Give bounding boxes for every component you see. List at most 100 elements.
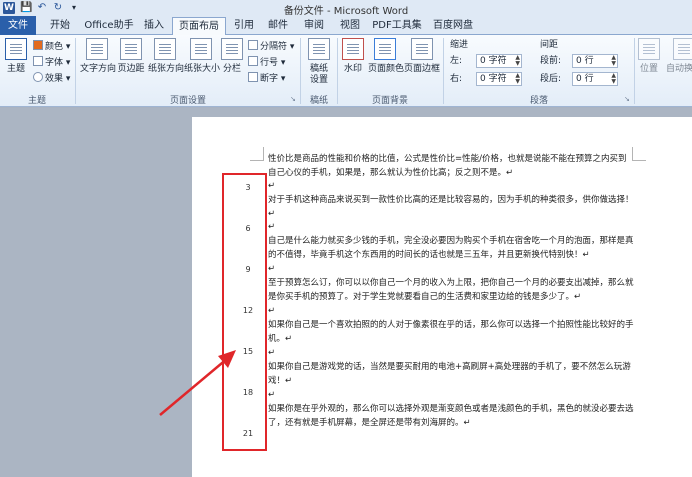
- position-button[interactable]: 位置: [637, 38, 661, 90]
- theme-fonts-label: 字体: [45, 58, 64, 68]
- paragraph-empty[interactable]: ↵: [268, 305, 634, 319]
- tab-review[interactable]: 审阅: [298, 17, 330, 35]
- spacing-before-label: 段前:: [540, 56, 562, 66]
- margins-button[interactable]: 页边距: [116, 38, 146, 90]
- page-borders-button[interactable]: 页面边框: [404, 38, 440, 90]
- group-separator: [300, 38, 301, 104]
- paragraph[interactable]: 如果你是在乎外观的，那么你可以选择外观是渐变颜色或者是浅颜色的手机，黑色的就没必…: [268, 403, 634, 430]
- breaks-button[interactable]: 分隔符 ▾: [248, 40, 294, 53]
- paragraph-empty[interactable]: ↵: [268, 180, 634, 194]
- page-setup-launcher-icon[interactable]: ↘: [290, 95, 296, 103]
- breaks-icon: [248, 40, 258, 50]
- indent-left-input[interactable]: 0 字符 ▲ ▼: [476, 54, 522, 68]
- tab-office-helper[interactable]: Office助手: [82, 17, 136, 35]
- tab-pdf-tools[interactable]: PDF工具集: [370, 17, 424, 35]
- effects-icon: [33, 72, 43, 82]
- ribbon: 主题 颜色 ▾ 字体 ▾ 效果 ▾ 主题 文字方向 页边距 纸张方向 纸张大小 …: [0, 35, 692, 107]
- theme-effects-button[interactable]: 效果 ▾: [33, 72, 70, 85]
- page-borders-label: 页面边框: [404, 64, 441, 74]
- indent-left-value: 0 字符: [480, 56, 507, 66]
- font-icon: [33, 56, 43, 66]
- columns-button[interactable]: 分栏: [220, 38, 244, 90]
- group-label-themes: 主题: [27, 96, 46, 106]
- paragraph[interactable]: 如果你自己是一个喜欢拍照的的人对于像素很在乎的话，那么你可以选择一个拍照性能比较…: [268, 319, 634, 346]
- tab-mailings[interactable]: 邮件: [262, 17, 294, 35]
- tab-references[interactable]: 引用: [228, 17, 260, 35]
- group-label-page-setup: 页面设置: [169, 96, 206, 106]
- spacing-before-value: 0 行: [576, 56, 594, 66]
- breaks-label: 分隔符: [260, 42, 288, 52]
- paragraph[interactable]: 对于手机这种商品来说买到一款性价比高的还是比较容易的，因为手机的种类很多，供你做…: [268, 194, 634, 221]
- margins-icon: [120, 38, 142, 60]
- hyphenation-icon: [248, 72, 258, 82]
- paragraph[interactable]: 至于预算怎么订，你可以以你自己一个月的收入为上限，把你自己一个月的必要支出减掉，…: [268, 277, 634, 304]
- orientation-button[interactable]: 纸张方向: [148, 38, 185, 90]
- tab-file[interactable]: 文件: [0, 16, 36, 35]
- spinner-arrows-icon[interactable]: ▲ ▼: [611, 55, 616, 67]
- group-separator: [443, 38, 444, 104]
- text-direction-icon: [86, 38, 108, 60]
- indent-right-input[interactable]: 0 字符 ▲ ▼: [476, 72, 522, 86]
- paragraph[interactable]: 性价比是商品的性能和价格的比值，公式是性价比=性能/价格，也就是说能不能在预算之…: [268, 153, 634, 180]
- tab-insert[interactable]: 插入: [138, 17, 170, 35]
- paragraph-empty[interactable]: ↵: [268, 221, 634, 235]
- spinner-arrows-icon[interactable]: ▲ ▼: [611, 73, 616, 85]
- indent-left-label: 左:: [450, 56, 463, 66]
- draft-paper-icon: [308, 38, 330, 60]
- page-color-icon: [374, 38, 396, 60]
- spinner-arrows-icon[interactable]: ▲ ▼: [515, 73, 520, 85]
- tab-view[interactable]: 视图: [334, 17, 366, 35]
- paragraph-empty[interactable]: ↵: [268, 389, 634, 403]
- draft-paper-label: 稿纸 设置: [309, 64, 328, 85]
- wrap-text-icon: [673, 38, 692, 60]
- tab-home[interactable]: 开始: [40, 17, 80, 35]
- line-numbers-icon: [248, 56, 258, 66]
- theme-effects-label: 效果: [45, 74, 64, 84]
- themes-icon: [5, 38, 27, 60]
- spacing-after-label: 段后:: [540, 74, 562, 84]
- theme-colors-label: 颜色: [45, 42, 64, 52]
- tab-baidu-netdisk[interactable]: 百度网盘: [428, 17, 478, 35]
- watermark-button[interactable]: 水印: [340, 38, 366, 90]
- columns-icon: [221, 38, 243, 60]
- paragraph[interactable]: 如果你自己是游戏党的话，当然是要买耐用的电池+高刷屏+高处理器的手机了，要不然怎…: [268, 361, 634, 388]
- paragraph-launcher-icon[interactable]: ↘: [624, 95, 630, 103]
- indent-right-label: 右:: [450, 74, 463, 84]
- theme-fonts-button[interactable]: 字体 ▾: [33, 56, 70, 69]
- group-label-page-background: 页面背景: [371, 96, 408, 106]
- spacing-after-value: 0 行: [576, 74, 594, 84]
- paragraph-empty[interactable]: ↵: [268, 263, 634, 277]
- title-bar: W 💾 ↶ ↻ ▾ 备份文件 - Microsoft Word: [0, 0, 692, 17]
- group-separator: [634, 38, 635, 104]
- hyphenation-button[interactable]: 断字 ▾: [248, 72, 285, 85]
- tab-page-layout[interactable]: 页面布局: [172, 17, 226, 36]
- text-direction-label: 文字方向: [80, 64, 117, 74]
- ribbon-tabs: 文件 开始 Office助手 插入 页面布局 引用 邮件 审阅 视图 PDF工具…: [0, 16, 692, 36]
- page-color-label: 页面颜色: [368, 64, 405, 74]
- wrap-text-label: 自动换行: [665, 64, 692, 74]
- spacing-after-input[interactable]: 0 行 ▲ ▼: [572, 72, 618, 86]
- theme-colors-button[interactable]: 颜色 ▾: [33, 40, 70, 53]
- paragraph[interactable]: 自己是什么能力就买多少钱的手机，完全没必要因为购买个手机在宿舍吃一个月的泡面，那…: [268, 235, 634, 262]
- columns-label: 分栏: [222, 64, 241, 74]
- document-area: 性价比是商品的性能和价格的比值，公式是性价比=性能/价格，也就是说能不能在预算之…: [0, 108, 692, 477]
- watermark-icon: [342, 38, 364, 60]
- position-label: 位置: [639, 64, 658, 74]
- spacing-before-input[interactable]: 0 行 ▲ ▼: [572, 54, 618, 68]
- orientation-icon: [154, 38, 176, 60]
- text-direction-button[interactable]: 文字方向: [80, 38, 117, 90]
- hyphenation-label: 断字: [260, 74, 279, 84]
- document-page[interactable]: 性价比是商品的性能和价格的比值，公式是性价比=性能/价格，也就是说能不能在预算之…: [192, 117, 692, 477]
- paragraph-empty[interactable]: ↵: [268, 347, 634, 361]
- draft-paper-button[interactable]: 稿纸 设置: [304, 38, 334, 90]
- page-corner-mark: [250, 147, 264, 161]
- page-color-button[interactable]: 页面颜色: [368, 38, 405, 90]
- page-size-button[interactable]: 纸张大小: [184, 38, 220, 90]
- page-corner-mark: [632, 147, 646, 161]
- themes-button[interactable]: 主题: [3, 38, 29, 90]
- wrap-text-button[interactable]: 自动换行: [664, 38, 692, 90]
- orientation-label: 纸张方向: [148, 64, 185, 74]
- spinner-arrows-icon[interactable]: ▲ ▼: [515, 55, 520, 67]
- margins-label: 页边距: [117, 64, 145, 74]
- line-numbers-button[interactable]: 行号 ▾: [248, 56, 285, 69]
